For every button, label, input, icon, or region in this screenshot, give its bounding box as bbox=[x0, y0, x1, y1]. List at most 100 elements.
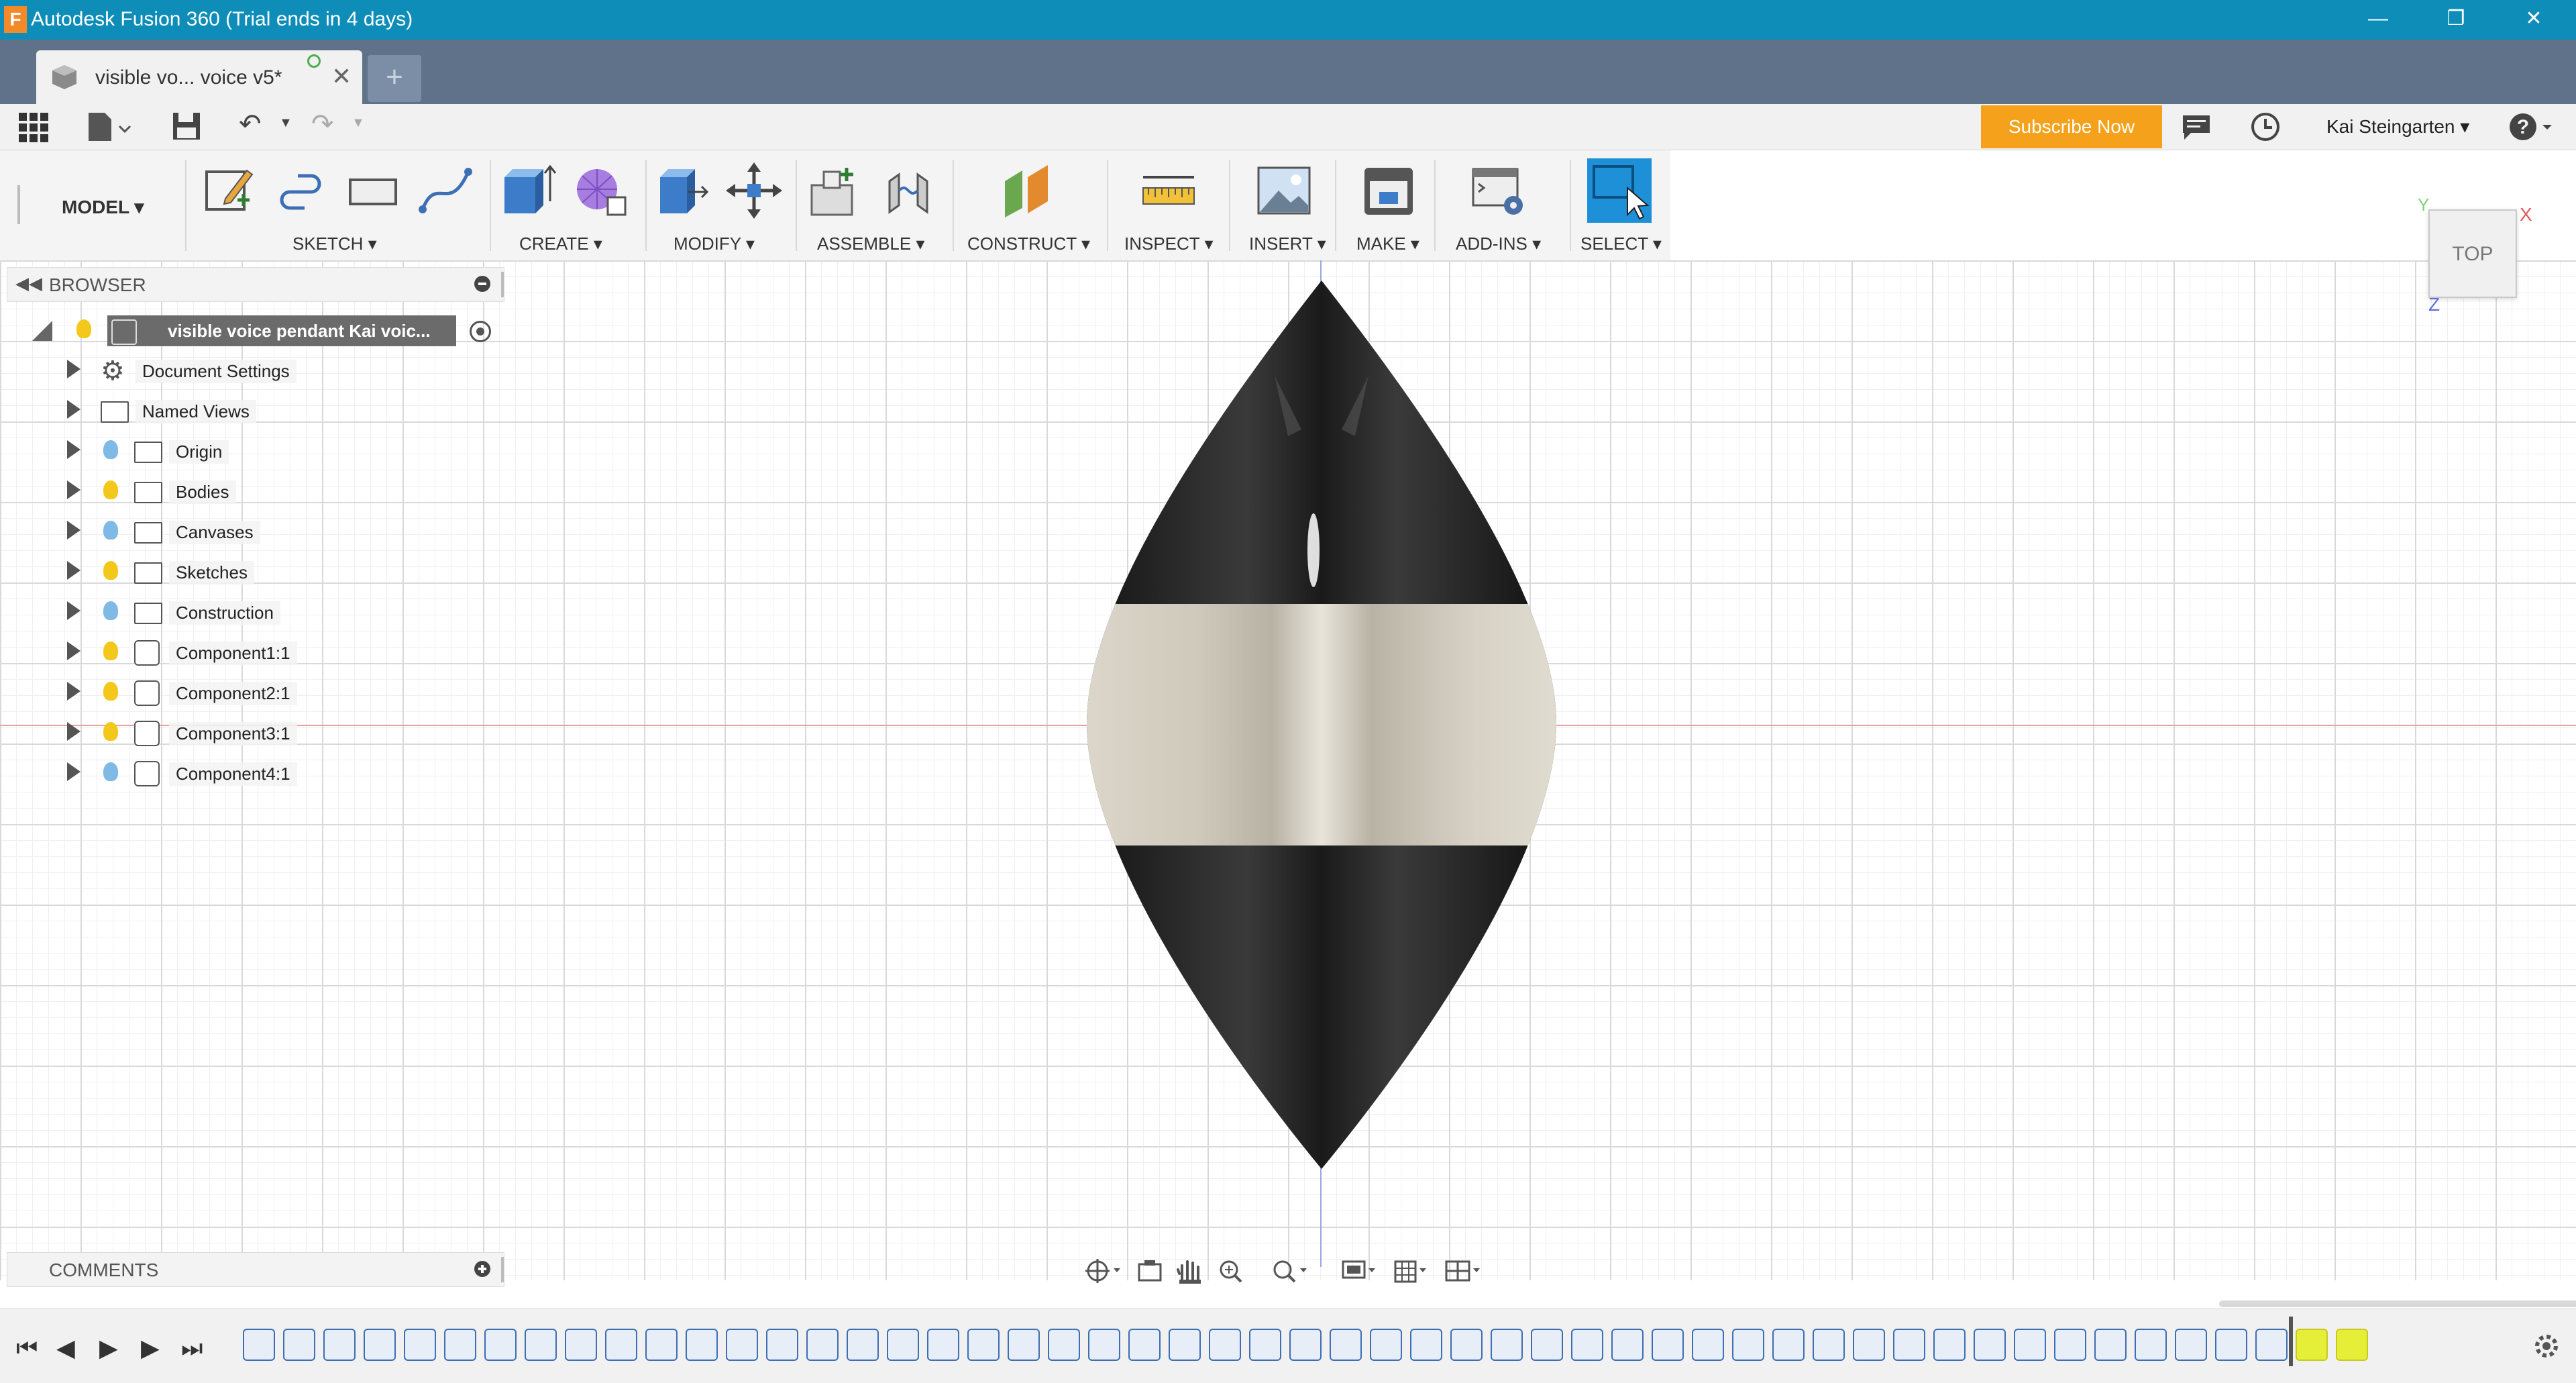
timeline-feature-icon[interactable] bbox=[2336, 1329, 2368, 1361]
visibility-bulb-icon[interactable] bbox=[103, 480, 118, 499]
root-collapse-toggle-icon[interactable] bbox=[32, 321, 52, 341]
expand-arrow-icon[interactable] bbox=[67, 400, 80, 419]
visibility-bulb-icon[interactable] bbox=[103, 561, 118, 580]
addins-menu[interactable]: ADD-INS ▾ bbox=[1456, 234, 1541, 254]
new-tab-button[interactable]: + bbox=[368, 55, 421, 102]
timeline-marker[interactable] bbox=[2289, 1317, 2293, 1366]
save-icon[interactable] bbox=[172, 111, 201, 141]
expand-arrow-icon[interactable] bbox=[67, 360, 80, 378]
timeline-feature-icon[interactable] bbox=[484, 1329, 517, 1361]
redo-dropdown-icon[interactable]: ▼ bbox=[352, 115, 365, 131]
document-tab[interactable]: visible vo... voice v5* ✕ bbox=[36, 50, 362, 104]
visibility-bulb-icon[interactable] bbox=[76, 319, 91, 338]
timeline-feature-icon[interactable] bbox=[323, 1329, 356, 1361]
timeline-feature-icon[interactable] bbox=[1450, 1329, 1483, 1361]
expand-arrow-icon[interactable] bbox=[67, 561, 80, 580]
expand-arrow-icon[interactable] bbox=[67, 480, 80, 499]
insert-image-icon[interactable] bbox=[1254, 161, 1313, 220]
timeline-feature-icon[interactable] bbox=[1652, 1329, 1684, 1361]
collapse-panel-icon[interactable]: ◀◀ bbox=[15, 273, 42, 294]
timeline-feature-icon[interactable] bbox=[605, 1329, 637, 1361]
pan-hand-icon[interactable] bbox=[1177, 1260, 1201, 1284]
timeline-feature-icon[interactable] bbox=[1531, 1329, 1563, 1361]
visibility-bulb-icon[interactable] bbox=[103, 642, 118, 660]
timeline-feature-icon[interactable] bbox=[1209, 1329, 1241, 1361]
rectangle-tool-icon[interactable] bbox=[343, 161, 402, 220]
expand-arrow-icon[interactable] bbox=[67, 682, 80, 701]
browser-item-component4-1[interactable]: Component4:1 bbox=[60, 756, 342, 790]
timeline-feature-icon[interactable] bbox=[1330, 1329, 1362, 1361]
timeline-feature-icon[interactable] bbox=[2215, 1329, 2247, 1361]
timeline-feature-icon[interactable] bbox=[1732, 1329, 1764, 1361]
timeline-feature-icon[interactable] bbox=[1128, 1329, 1161, 1361]
step-forward-icon[interactable]: ▶ bbox=[141, 1334, 160, 1362]
timeline-feature-icon[interactable] bbox=[1491, 1329, 1523, 1361]
timeline-feature-icon[interactable] bbox=[2014, 1329, 2046, 1361]
spline-tool-icon[interactable] bbox=[416, 161, 475, 220]
viewcube[interactable]: TOP bbox=[2428, 209, 2517, 298]
timeline-feature-icon[interactable] bbox=[565, 1329, 597, 1361]
visibility-bulb-icon[interactable] bbox=[103, 682, 118, 701]
timeline-feature-icon[interactable] bbox=[1249, 1329, 1281, 1361]
job-status-message-icon[interactable] bbox=[2182, 114, 2211, 141]
timeline-feature-icon[interactable] bbox=[2296, 1329, 2328, 1361]
select-tool-button[interactable] bbox=[1587, 158, 1652, 223]
redo-icon[interactable]: ↷ bbox=[311, 109, 334, 140]
3d-print-icon[interactable] bbox=[1359, 161, 1418, 220]
timeline-feature-icon[interactable] bbox=[1410, 1329, 1442, 1361]
timeline-feature-icon[interactable] bbox=[686, 1329, 718, 1361]
browser-root-component[interactable]: visible voice pendant Kai voic... bbox=[107, 315, 456, 346]
look-at-icon[interactable] bbox=[1138, 1260, 1162, 1282]
visibility-bulb-icon[interactable] bbox=[103, 762, 118, 781]
close-tab-icon[interactable]: ✕ bbox=[331, 62, 352, 91]
expand-arrow-icon[interactable] bbox=[67, 762, 80, 781]
offset-plane-icon[interactable] bbox=[998, 161, 1057, 220]
browser-item-named-views[interactable]: Named Views bbox=[60, 393, 342, 428]
play-icon[interactable]: ▶ bbox=[99, 1334, 118, 1362]
timeline-feature-icon[interactable] bbox=[2054, 1329, 2086, 1361]
select-menu[interactable]: SELECT ▾ bbox=[1580, 234, 1662, 254]
timeline-feature-icon[interactable] bbox=[1933, 1329, 1966, 1361]
fit-zoom-icon[interactable] bbox=[1273, 1260, 1307, 1283]
workspace-switcher[interactable]: MODEL ▾ bbox=[62, 196, 144, 218]
browser-item-component3-1[interactable]: Component3:1 bbox=[60, 715, 342, 750]
browser-collapse-icon[interactable] bbox=[474, 276, 490, 292]
file-menu-icon[interactable] bbox=[87, 111, 134, 142]
sketch-menu[interactable]: SKETCH ▾ bbox=[292, 234, 377, 254]
browser-item-construction[interactable]: Construction bbox=[60, 595, 342, 629]
timeline-scrollbar[interactable] bbox=[2219, 1300, 2576, 1307]
timeline-feature-icon[interactable] bbox=[1853, 1329, 1885, 1361]
move-copy-icon[interactable] bbox=[724, 161, 784, 220]
timeline-feature-icon[interactable] bbox=[1893, 1329, 1925, 1361]
assemble-menu[interactable]: ASSEMBLE ▾ bbox=[817, 234, 924, 254]
expand-arrow-icon[interactable] bbox=[67, 722, 80, 741]
close-window-button[interactable]: ✕ bbox=[2497, 0, 2571, 40]
timeline-feature-icon[interactable] bbox=[1813, 1329, 1845, 1361]
orbit-icon[interactable] bbox=[1085, 1259, 1120, 1283]
go-to-start-icon[interactable]: ⏮ bbox=[16, 1334, 38, 1363]
timeline-feature-icon[interactable] bbox=[404, 1329, 436, 1361]
timeline-feature-icon[interactable] bbox=[645, 1329, 678, 1361]
modify-menu[interactable]: MODIFY ▾ bbox=[674, 234, 755, 254]
timeline-feature-icon[interactable] bbox=[806, 1329, 839, 1361]
expand-arrow-icon[interactable] bbox=[67, 601, 80, 620]
expand-arrow-icon[interactable] bbox=[67, 440, 80, 459]
timeline-feature-icon[interactable] bbox=[1692, 1329, 1724, 1361]
timeline-feature-icon[interactable] bbox=[1370, 1329, 1402, 1361]
toolbar-grip[interactable] bbox=[17, 185, 20, 224]
timeline-feature-icon[interactable] bbox=[1008, 1329, 1040, 1361]
display-settings-icon[interactable] bbox=[1342, 1260, 1375, 1279]
timeline-feature-icon[interactable] bbox=[1611, 1329, 1644, 1361]
restore-button[interactable]: ❐ bbox=[2419, 0, 2493, 40]
inspect-menu[interactable]: INSPECT ▾ bbox=[1124, 234, 1214, 254]
insert-menu[interactable]: INSERT ▾ bbox=[1249, 234, 1326, 254]
timeline-feature-icon[interactable] bbox=[1772, 1329, 1805, 1361]
timeline-feature-icon[interactable] bbox=[1571, 1329, 1603, 1361]
visibility-bulb-icon[interactable] bbox=[103, 521, 118, 540]
visibility-bulb-icon[interactable] bbox=[103, 601, 118, 620]
timeline-feature-icon[interactable] bbox=[2094, 1329, 2127, 1361]
help-icon[interactable]: ? bbox=[2508, 111, 2557, 142]
browser-item-component2-1[interactable]: Component2:1 bbox=[60, 675, 342, 710]
expand-arrow-icon[interactable] bbox=[67, 521, 80, 540]
timeline-feature-icon[interactable] bbox=[1088, 1329, 1120, 1361]
